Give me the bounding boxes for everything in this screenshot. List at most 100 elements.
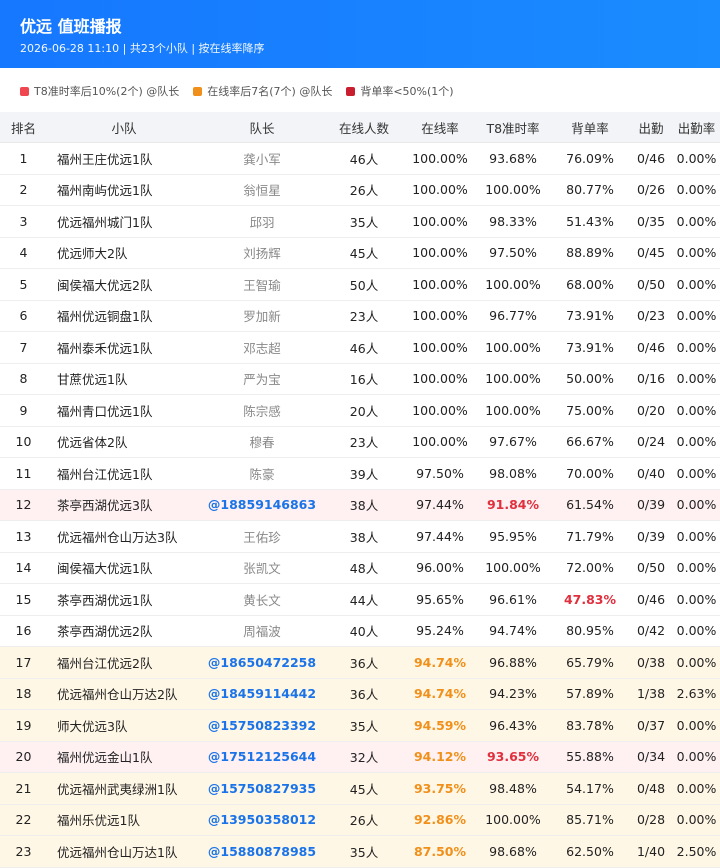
rank-cell: 9	[0, 394, 47, 427]
rank-cell: 23	[0, 835, 47, 868]
team-cell: 师大优远3队	[47, 709, 201, 742]
attendance-rate-cell: 0.00%	[673, 709, 720, 742]
legend-label: 背单率<50%(1个)	[360, 85, 454, 98]
back-rate-cell: 75.00%	[551, 394, 629, 427]
online-rate-cell: 100.00%	[405, 205, 475, 238]
table-row[interactable]: 19 师大优远3队 @15750823392 35人 94.59% 96.43% 83.78…	[0, 709, 720, 742]
table-row[interactable]: 11 福州台江优远1队 陈豪 39人 97.50% 98.08% 70.00% 0/40 0.0…	[0, 457, 720, 490]
back-rate-cell: 68.00%	[551, 268, 629, 301]
table-row[interactable]: 20 福州优远金山1队 @17512125644 32人 94.12% 93.65% 55.…	[0, 741, 720, 773]
table-row[interactable]: 5 闽侯福大优远2队 王智瑜 50人 100.00% 100.00% 68.00% 0/50 0…	[0, 268, 720, 301]
table-row[interactable]: 2 福州南屿优远1队 翁恒星 26人 100.00% 100.00% 80.77% 0/26 0…	[0, 174, 720, 206]
back-rate-cell: 57.89%	[551, 678, 629, 710]
leader-cell: 陈宗感	[201, 394, 323, 427]
leader-cell[interactable]: @13950358012	[201, 804, 323, 836]
online-count-cell: 46人	[323, 331, 405, 364]
leader-cell[interactable]: @17512125644	[201, 741, 323, 773]
team-cell: 闽侯福大优远1队	[47, 552, 201, 584]
online-count-cell: 38人	[323, 520, 405, 553]
table-row[interactable]: 21 优远福州武夷绿洲1队 @15750827935 45人 93.75% 98.48% 5…	[0, 772, 720, 805]
leader-cell: 穆春	[201, 426, 323, 458]
table-row[interactable]: 14 闽侯福大优远1队 张凯文 48人 96.00% 100.00% 72.00% 0/50 0…	[0, 552, 720, 584]
leader-cell[interactable]: @18459114442	[201, 678, 323, 710]
duty-table: 排名 小队 队长 在线人数 在线率 T8准时率 背单率 出勤 出勤率 1 福州王庄…	[0, 112, 720, 868]
col-header-online-rate[interactable]: 在线率	[405, 112, 475, 143]
leader-cell[interactable]: @18859146863	[201, 489, 323, 521]
t8-rate-cell: 100.00%	[475, 174, 551, 206]
team-cell: 福州台江优远1队	[47, 457, 201, 490]
online-rate-cell: 94.74%	[405, 678, 475, 710]
t8-rate-cell: 100.00%	[475, 552, 551, 584]
back-rate-cell: 88.89%	[551, 237, 629, 269]
table-row[interactable]: 13 优远福州仓山万达3队 王佑珍 38人 97.44% 95.95% 71.79% 0/39…	[0, 520, 720, 553]
back-rate-cell: 72.00%	[551, 552, 629, 584]
leader-cell: 张凯文	[201, 552, 323, 584]
legend: T8准时率后10%(2个) @队长 在线率后7名(7个) @队长 背单率<50%…	[0, 68, 720, 112]
table-row[interactable]: 10 优远省体2队 穆春 23人 100.00% 97.67% 66.67% 0/24 0.00…	[0, 426, 720, 458]
col-header-attendance-rate[interactable]: 出勤率	[673, 112, 720, 143]
attendance-rate-cell: 0.00%	[673, 489, 720, 521]
team-cell: 茶亭西湖优远2队	[47, 615, 201, 647]
t8-rate-cell: 100.00%	[475, 804, 551, 836]
table-row[interactable]: 7 福州泰禾优远1队 邓志超 46人 100.00% 100.00% 73.91% 0/46 0…	[0, 331, 720, 364]
t8-rate-cell: 91.84%	[475, 489, 551, 521]
table-row[interactable]: 12 茶亭西湖优远3队 @18859146863 38人 97.44% 91.84% 61.…	[0, 489, 720, 521]
leader-cell: 周福波	[201, 615, 323, 647]
table-row[interactable]: 18 优远福州仓山万达2队 @18459114442 36人 94.74% 94.23% 5…	[0, 678, 720, 710]
online-count-cell: 23人	[323, 300, 405, 332]
back-rate-cell: 66.67%	[551, 426, 629, 458]
col-header-back-rate[interactable]: 背单率	[551, 112, 629, 143]
table-row[interactable]: 6 福州优远铜盘1队 罗加新 23人 100.00% 96.77% 73.91% 0/23 0.…	[0, 300, 720, 332]
table-row[interactable]: 23 优远福州仓山万达1队 @15880878985 35人 87.50% 98.68% 6…	[0, 835, 720, 868]
col-header-rank[interactable]: 排名	[0, 112, 47, 143]
attendance-rate-cell: 0.00%	[673, 772, 720, 805]
rank-cell: 3	[0, 205, 47, 238]
table-row[interactable]: 3 优远福州城门1队 邱羽 35人 100.00% 98.33% 51.43% 0/35 0.0…	[0, 205, 720, 238]
leader-cell: 邱羽	[201, 205, 323, 238]
table-row[interactable]: 15 茶亭西湖优远1队 黄长文 44人 95.65% 96.61% 47.83% 0/46 0.…	[0, 583, 720, 616]
table-row[interactable]: 8 甘蔗优远1队 严为宝 16人 100.00% 100.00% 50.00% 0/16 0.0…	[0, 363, 720, 395]
leader-cell[interactable]: @15880878985	[201, 835, 323, 868]
col-header-leader[interactable]: 队长	[201, 112, 323, 143]
t8-rate-cell: 100.00%	[475, 331, 551, 364]
attendance-cell: 0/35	[629, 205, 673, 238]
attendance-rate-cell: 0.00%	[673, 426, 720, 458]
table-row[interactable]: 22 福州乐优远1队 @13950358012 26人 92.86% 100.00% 85.…	[0, 804, 720, 836]
team-cell: 闽侯福大优远2队	[47, 268, 201, 301]
col-header-attendance[interactable]: 出勤	[629, 112, 673, 143]
team-cell: 优远师大2队	[47, 237, 201, 269]
col-header-team[interactable]: 小队	[47, 112, 201, 143]
rank-cell: 17	[0, 646, 47, 679]
online-rate-cell: 87.50%	[405, 835, 475, 868]
leader-cell[interactable]: @15750823392	[201, 709, 323, 742]
attendance-cell: 0/48	[629, 772, 673, 805]
leader-cell[interactable]: @15750827935	[201, 772, 323, 805]
leader-cell: 王智瑜	[201, 268, 323, 301]
back-rate-cell: 65.79%	[551, 646, 629, 679]
attendance-cell: 0/24	[629, 426, 673, 458]
attendance-rate-cell: 0.00%	[673, 237, 720, 269]
col-header-t8-rate[interactable]: T8准时率	[475, 112, 551, 143]
attendance-cell: 0/46	[629, 142, 673, 175]
attendance-rate-cell: 0.00%	[673, 300, 720, 332]
attendance-cell: 0/26	[629, 174, 673, 206]
table-row[interactable]: 17 福州台江优远2队 @18650472258 36人 94.74% 96.88% 65.…	[0, 646, 720, 679]
attendance-cell: 0/37	[629, 709, 673, 742]
online-count-cell: 20人	[323, 394, 405, 427]
leader-cell[interactable]: @18650472258	[201, 646, 323, 679]
attendance-rate-cell: 0.00%	[673, 741, 720, 773]
online-rate-cell: 100.00%	[405, 363, 475, 395]
table-row[interactable]: 1 福州王庄优远1队 龚小军 46人 100.00% 93.68% 76.09% 0/46 0.…	[0, 142, 720, 175]
team-cell: 优远福州仓山万达1队	[47, 835, 201, 868]
table-row[interactable]: 16 茶亭西湖优远2队 周福波 40人 95.24% 94.74% 80.95% 0/42 0.…	[0, 615, 720, 647]
online-count-cell: 36人	[323, 678, 405, 710]
rank-cell: 20	[0, 741, 47, 773]
table-row[interactable]: 4 优远师大2队 刘扬辉 45人 100.00% 97.50% 88.89% 0/45 0.00…	[0, 237, 720, 269]
online-count-cell: 35人	[323, 205, 405, 238]
back-rate-cell: 70.00%	[551, 457, 629, 490]
col-header-online-count[interactable]: 在线人数	[323, 112, 405, 143]
online-rate-cell: 100.00%	[405, 394, 475, 427]
table-row[interactable]: 9 福州青口优远1队 陈宗感 20人 100.00% 100.00% 75.00% 0/20 0…	[0, 394, 720, 427]
back-rate-cell: 73.91%	[551, 300, 629, 332]
online-rate-cell: 100.00%	[405, 268, 475, 301]
